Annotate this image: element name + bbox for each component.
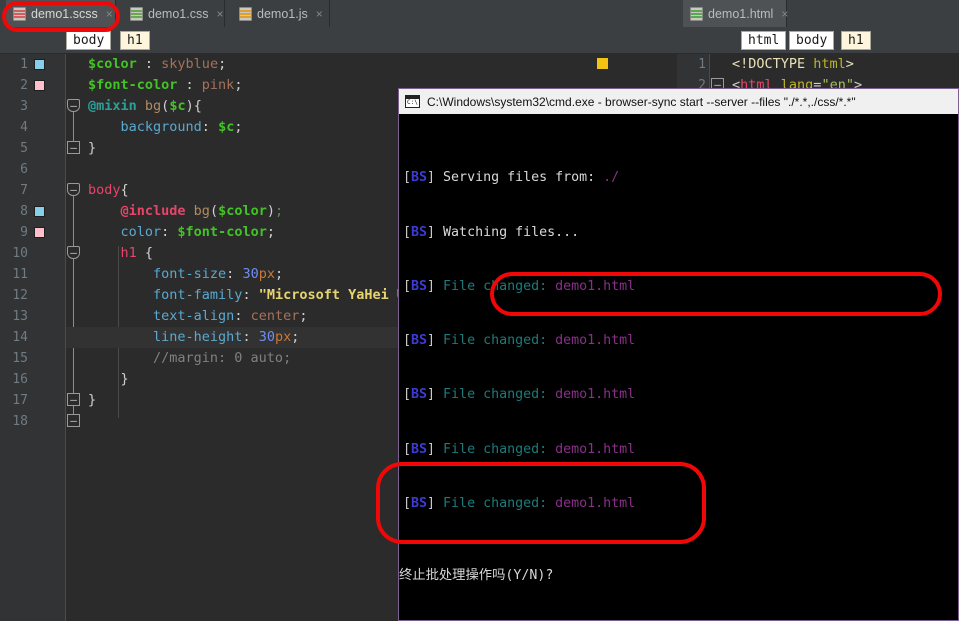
line-number: 8	[20, 204, 28, 219]
line-number: 16	[12, 372, 28, 387]
line-number: 9	[20, 225, 28, 240]
cmd-window-icon	[405, 95, 420, 108]
code-line-1: $color : skyblue;	[88, 56, 227, 72]
console-line: [BS] File changed: demo1.html	[403, 333, 636, 349]
line-number: 5	[20, 141, 28, 156]
tab-demo1-css[interactable]: demo1.css ×	[123, 0, 225, 27]
color-swatch-skyblue[interactable]	[34, 206, 45, 217]
tab-demo1-html[interactable]: demo1.html ×	[683, 0, 788, 27]
cmd-console-window[interactable]: C:\Windows\system32\cmd.exe - browser-sy…	[398, 88, 959, 621]
js-file-icon	[239, 6, 252, 21]
tab-demo1-scss[interactable]: demo1.scss ×	[6, 0, 116, 27]
line-number: 7	[20, 183, 28, 198]
line-number: 10	[12, 246, 28, 261]
close-icon[interactable]: ×	[781, 7, 788, 21]
html-line-1: <!DOCTYPE html>	[732, 56, 854, 72]
line-number: 4	[20, 120, 28, 135]
html-file-icon	[690, 6, 703, 21]
console-line: [BS] File changed: demo1.html	[403, 495, 636, 511]
color-swatch-pink[interactable]	[34, 227, 45, 238]
console-line: [BS] Watching files...	[403, 224, 580, 240]
breadcrumb-h1-right[interactable]: h1	[841, 31, 871, 50]
line-number: 2	[20, 78, 28, 93]
line-number: 13	[12, 309, 28, 324]
line-number: 11	[12, 267, 28, 282]
line-number: 3	[20, 99, 28, 114]
line-number: 12	[12, 288, 28, 303]
tab-label: demo1.css	[148, 6, 209, 21]
editor-tab-bar: demo1.scss × demo1.css × demo1.js × demo…	[0, 0, 959, 27]
scss-file-icon	[13, 6, 26, 21]
console-line-prompt-confirm: 终止批处理操作吗(Y/N)?	[399, 568, 554, 584]
scss-gutter[interactable]: 1 2 3 4 5 6 7 8 9 10 11 12 13 14 15 16 1…	[0, 54, 66, 621]
breadcrumb-row: body h1 html body h1	[0, 27, 959, 54]
close-icon[interactable]: ×	[216, 7, 223, 21]
console-line: [BS] File changed: demo1.html	[403, 278, 636, 294]
line-number: 15	[12, 351, 28, 366]
cmd-title-bar[interactable]: C:\Windows\system32\cmd.exe - browser-sy…	[399, 89, 958, 114]
warning-marker-icon[interactable]	[597, 58, 608, 69]
breadcrumb-body-left[interactable]: body	[66, 31, 112, 50]
cmd-output[interactable]: [BS] Serving files from: ./ [BS] Watchin…	[399, 114, 958, 620]
console-line: [BS] Serving files from: ./	[403, 170, 620, 186]
console-line: [BS] File changed: demo1.html	[403, 441, 636, 457]
breadcrumb-h1-left[interactable]: h1	[120, 31, 150, 50]
cmd-title-text: C:\Windows\system32\cmd.exe - browser-sy…	[427, 94, 856, 109]
console-line: [BS] File changed: demo1.html	[403, 387, 636, 403]
tab-label: demo1.html	[708, 6, 774, 21]
breadcrumb-html-right[interactable]: html	[741, 31, 787, 50]
line-number: 6	[20, 162, 28, 177]
breadcrumb-body-right[interactable]: body	[789, 31, 835, 50]
tab-label: demo1.js	[257, 6, 308, 21]
line-number: 14	[12, 330, 28, 345]
css-file-icon	[130, 6, 143, 21]
close-icon[interactable]: ×	[316, 7, 323, 21]
line-number: 1	[20, 57, 28, 72]
line-number: 17	[12, 393, 28, 408]
close-icon[interactable]: ×	[106, 7, 113, 21]
tab-demo1-js[interactable]: demo1.js ×	[232, 0, 330, 27]
tab-label: demo1.scss	[31, 6, 98, 21]
color-swatch-skyblue[interactable]	[34, 59, 45, 70]
line-number: 18	[12, 414, 28, 429]
screen-root: demo1.scss × demo1.css × demo1.js × demo…	[0, 0, 959, 621]
color-swatch-pink[interactable]	[34, 80, 45, 91]
line-number: 1	[698, 57, 706, 72]
